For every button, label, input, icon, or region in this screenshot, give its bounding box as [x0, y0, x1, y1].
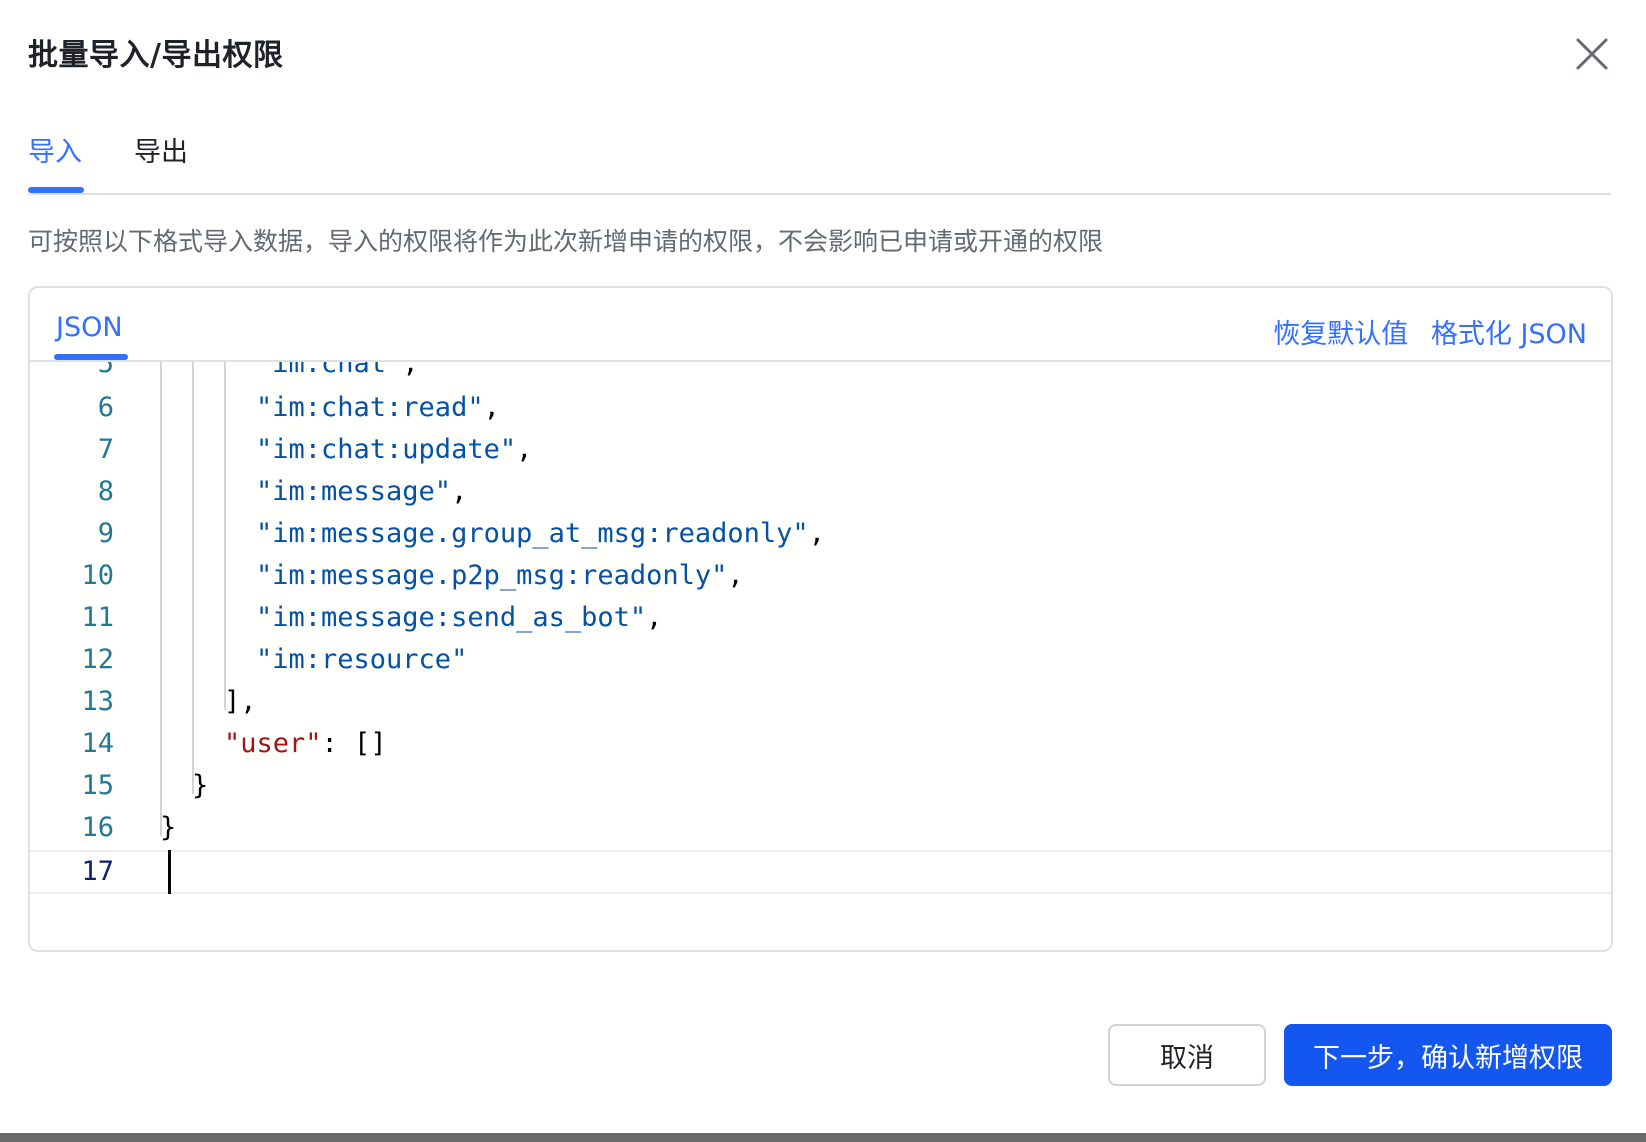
tab-bar: 导入 导出	[28, 126, 1611, 195]
punctuation-token: ,	[402, 362, 419, 379]
code-text: }	[160, 806, 176, 850]
code-line[interactable]: 10 "im:message.p2p_msg:readonly",	[30, 554, 1611, 598]
line-number: 10	[81, 560, 114, 591]
line-number: 14	[81, 728, 114, 759]
punctuation-token: ,	[516, 434, 533, 465]
code-text: "im:message.group_at_msg:readonly",	[256, 512, 825, 556]
editor-header: JSON 恢复默认值 格式化 JSON	[30, 288, 1611, 362]
key-token: "user"	[224, 728, 322, 759]
code-text: "im:chat",	[256, 362, 419, 386]
line-number: 9	[97, 518, 114, 549]
punctuation-token: }	[160, 812, 177, 843]
punctuation-token: ],	[224, 686, 257, 717]
import-description: 可按照以下格式导入数据，导入的权限将作为此次新增申请的权限，不会影响已申请或开通…	[28, 227, 1104, 256]
punctuation-token: ,	[451, 476, 468, 507]
code-line[interactable]: 9 "im:message.group_at_msg:readonly",	[30, 512, 1611, 556]
cancel-button[interactable]: 取消	[1108, 1024, 1266, 1086]
active-tab-indicator	[28, 187, 84, 193]
close-button[interactable]	[1572, 34, 1612, 74]
code-text: "user": []	[224, 722, 387, 766]
code-line[interactable]: 14 "user": []	[30, 722, 1611, 766]
tab-import[interactable]: 导入	[28, 130, 82, 169]
code-text: "im:message:send_as_bot",	[256, 596, 662, 640]
text-cursor	[168, 850, 171, 894]
code-text: "im:resource"	[256, 638, 467, 682]
code-line[interactable]: 8 "im:message",	[30, 470, 1611, 514]
editor-tab-indicator	[54, 354, 128, 360]
code-text: }	[192, 764, 208, 808]
string-token: "im:chat"	[256, 362, 403, 379]
code-line[interactable]: 15}	[30, 764, 1611, 808]
line-number: 12	[81, 644, 114, 675]
code-text: "im:chat:update",	[256, 428, 532, 472]
line-number: 15	[81, 770, 114, 801]
string-token: "im:message.group_at_msg:readonly"	[256, 518, 809, 549]
restore-default-button[interactable]: 恢复默认值	[1273, 319, 1408, 350]
code-line[interactable]: 5 "im:chat",	[30, 362, 1611, 386]
punctuation-token: ,	[646, 602, 663, 633]
line-number: 8	[97, 476, 114, 507]
code-line[interactable]: 11 "im:message:send_as_bot",	[30, 596, 1611, 640]
tab-json[interactable]: JSON	[56, 312, 123, 343]
code-text: ],	[224, 680, 257, 724]
window-bottom-edge	[0, 1133, 1646, 1142]
code-text: "im:message.p2p_msg:readonly",	[256, 554, 744, 598]
punctuation-token: }	[192, 770, 209, 801]
string-token: "im:message.p2p_msg:readonly"	[256, 560, 728, 591]
line-number: 17	[81, 856, 114, 887]
close-icon	[1576, 38, 1608, 70]
confirm-add-permissions-button[interactable]: 下一步，确认新增权限	[1284, 1024, 1612, 1086]
punctuation-token: ,	[727, 560, 744, 591]
punctuation-token: ,	[483, 392, 500, 423]
line-number: 5	[97, 362, 114, 379]
string-token: "im:chat:read"	[256, 392, 484, 423]
string-token: "im:message:send_as_bot"	[256, 602, 647, 633]
code-line[interactable]: 13],	[30, 680, 1611, 724]
code-editor[interactable]: 5 "im:chat", 6 "im:chat:read", 7 "im:chat:upd…	[30, 362, 1611, 950]
code-line[interactable]: 7 "im:chat:update",	[30, 428, 1611, 472]
import-export-dialog: 批量导入/导出权限 导入 导出 可按照以下格式导入数据，导入的权限将作为此次新增…	[0, 0, 1646, 1142]
current-code-line[interactable]: 17	[30, 850, 1611, 894]
string-token: "im:resource"	[256, 644, 468, 675]
code-line[interactable]: 12 "im:resource"	[30, 638, 1611, 682]
format-json-button[interactable]: 格式化 JSON	[1431, 319, 1587, 350]
json-editor-card: JSON 恢复默认值 格式化 JSON 5 "im:chat", 6 "im:chat…	[28, 286, 1613, 952]
punctuation-token: : []	[321, 728, 387, 759]
dialog-title: 批量导入/导出权限	[28, 38, 284, 73]
line-number: 6	[97, 392, 114, 423]
code-line[interactable]: 6 "im:chat:read",	[30, 386, 1611, 430]
tab-export[interactable]: 导出	[134, 130, 188, 169]
line-number: 16	[81, 812, 114, 843]
string-token: "im:message"	[256, 476, 452, 507]
code-line[interactable]: 16}	[30, 806, 1611, 850]
code-text: "im:chat:read",	[256, 386, 500, 430]
line-number: 13	[81, 686, 114, 717]
string-token: "im:chat:update"	[256, 434, 517, 465]
punctuation-token: ,	[808, 518, 825, 549]
code-text: "im:message",	[256, 470, 467, 514]
line-number: 7	[97, 434, 114, 465]
editor-actions: 恢复默认值 格式化 JSON	[1259, 312, 1587, 351]
line-number: 11	[81, 602, 114, 633]
